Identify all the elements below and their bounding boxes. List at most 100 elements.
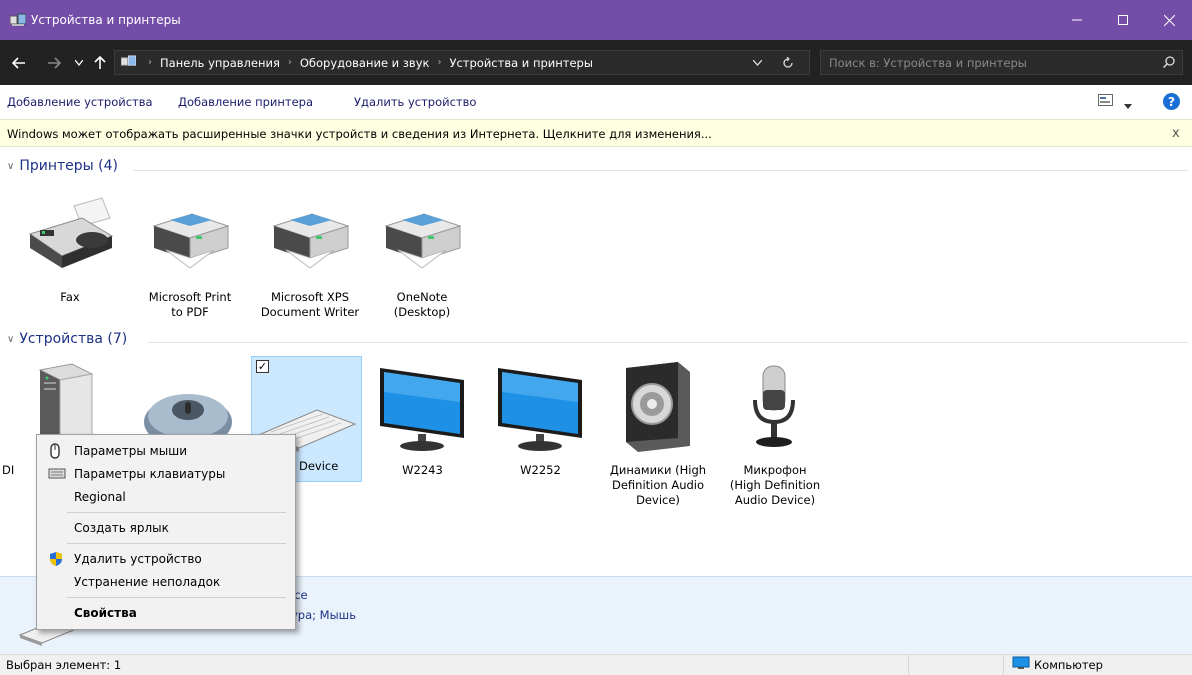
devices-group-title: Устройства (7)	[19, 331, 128, 347]
search-icon[interactable]	[1162, 56, 1175, 71]
printer-icon	[272, 213, 350, 269]
info-bar[interactable]: Windows может отображать расширенные зна…	[0, 119, 1192, 147]
help-icon[interactable]: ?	[1163, 93, 1180, 110]
device-label-line3: Device)	[636, 493, 680, 507]
device-fax[interactable]: Fax	[20, 196, 120, 326]
menu-item-label: Параметры клавиатуры	[74, 467, 226, 481]
device-microsoft-print-to-pdf[interactable]: Microsoft Print to PDF	[135, 196, 245, 326]
device-label-line2: (High Definition	[729, 478, 821, 492]
forward-arrow-icon[interactable]	[44, 40, 64, 85]
device-label: W2252	[520, 463, 561, 477]
group-divider	[133, 170, 1188, 171]
menu-item-label: Устранение неполадок	[74, 575, 221, 589]
device-microsoft-xps-document-writer[interactable]: Microsoft XPS Document Writer	[255, 196, 365, 326]
fax-icon	[28, 197, 114, 268]
menu-item-create-shortcut[interactable]: Создать ярлык	[37, 517, 295, 539]
device-label: Device	[299, 459, 339, 473]
uac-shield-icon	[48, 551, 64, 570]
context-menu: Параметры мыши Параметры клавиатуры Regi…	[36, 434, 296, 630]
status-location: Компьютер	[1012, 656, 1103, 673]
status-location-label: Компьютер	[1034, 657, 1103, 672]
devices-printers-app-icon	[9, 13, 27, 30]
printers-group-title: Принтеры (4)	[19, 158, 118, 174]
crumb-control-panel[interactable]: Панель управления	[160, 56, 280, 70]
menu-item-remove-device[interactable]: Удалить устройство	[37, 548, 295, 570]
menu-item-regional[interactable]: Regional	[37, 486, 295, 508]
menu-item-label: Создать ярлык	[74, 521, 169, 535]
device-label-line1: Микрофон	[743, 463, 807, 477]
menu-item-label: Regional	[74, 490, 126, 504]
menu-item-keyboard-settings[interactable]: Параметры клавиатуры	[37, 463, 295, 485]
remove-device-button[interactable]: Удалить устройство	[354, 95, 476, 109]
address-bar: › Панель управления › Оборудование и зву…	[0, 40, 1192, 85]
close-button[interactable]	[1146, 0, 1192, 40]
status-bar: Выбран элемент: 1 Компьютер	[0, 654, 1192, 675]
devices-group-header[interactable]: ∨ Устройства (7)	[7, 331, 127, 347]
device-label-line3: Audio Device)	[734, 493, 816, 507]
breadcrumb[interactable]: › Панель управления › Оборудование и зву…	[114, 50, 810, 75]
device-monitor-w2243[interactable]: W2243	[370, 360, 475, 480]
keyboard-icon	[48, 466, 66, 483]
chevron-right-icon: ›	[437, 57, 442, 68]
printers-group-header[interactable]: ∨ Принтеры (4)	[7, 158, 118, 174]
title-bar: Устройства и принтеры	[0, 0, 1192, 40]
add-device-button[interactable]: Добавление устройства	[7, 95, 153, 109]
collapse-chevron-icon[interactable]: ∨	[7, 334, 14, 345]
refresh-icon[interactable]	[780, 40, 796, 85]
info-bar-close-icon[interactable]: x	[1172, 126, 1180, 141]
device-label-line2: Document Writer	[260, 305, 360, 319]
menu-item-label: Удалить устройство	[74, 552, 202, 566]
menu-item-label: Параметры мыши	[74, 444, 187, 458]
device-monitor-w2252[interactable]: W2252	[488, 360, 593, 480]
monitor-icon	[498, 368, 582, 451]
status-selected-count: Выбран элемент: 1	[6, 658, 122, 672]
menu-separator	[67, 512, 286, 513]
menu-item-mouse-settings[interactable]: Параметры мыши	[37, 440, 295, 462]
search-input[interactable]: Поиск в: Устройства и принтеры	[820, 50, 1183, 75]
command-bar: Добавление устройства Добавление принтер…	[0, 85, 1192, 119]
menu-item-troubleshoot[interactable]: Устранение неполадок	[37, 571, 295, 593]
speaker-icon	[626, 362, 690, 452]
device-speakers[interactable]: Динамики (High Definition Audio Device)	[603, 360, 713, 510]
menu-separator	[67, 597, 286, 598]
change-view-icon[interactable]	[1098, 94, 1113, 109]
crumb-devices-printers[interactable]: Устройства и принтеры	[449, 56, 592, 70]
menu-separator	[67, 543, 286, 544]
add-printer-button[interactable]: Добавление принтера	[178, 95, 313, 109]
device-label-line2: (Desktop)	[393, 305, 451, 319]
menu-item-properties[interactable]: Свойства	[37, 602, 295, 624]
view-options-chevron-icon[interactable]	[1124, 98, 1132, 112]
device-microphone[interactable]: Микрофон (High Definition Audio Device)	[720, 360, 830, 510]
device-label: Fax	[60, 290, 80, 304]
crumb-hardware-sound[interactable]: Оборудование и звук	[300, 56, 430, 70]
collapse-chevron-icon[interactable]: ∨	[7, 161, 14, 172]
monitor-icon	[380, 368, 464, 451]
search-placeholder: Поиск в: Устройства и принтеры	[829, 55, 1027, 70]
device-label-line1: Microsoft XPS	[270, 290, 350, 304]
minimize-button[interactable]	[1054, 0, 1100, 40]
device-label-line1: Динамики (High	[609, 463, 707, 477]
recent-locations-chevron-icon[interactable]	[72, 40, 86, 85]
devices-and-printers-window: Устройства и принтеры › Панель управлени…	[0, 0, 1192, 675]
address-dropdown-chevron-icon[interactable]	[750, 40, 764, 85]
details-device-category: ура; Мышь	[291, 608, 356, 622]
device-label-line2: to PDF	[171, 305, 209, 319]
up-arrow-icon[interactable]	[92, 40, 108, 85]
window-title: Устройства и принтеры	[31, 13, 181, 27]
microphone-icon	[753, 365, 795, 447]
group-divider	[148, 342, 1188, 343]
back-arrow-icon[interactable]	[8, 40, 30, 85]
status-divider	[908, 655, 909, 675]
device-label-line1: Microsoft Print	[148, 290, 232, 304]
printer-icon	[384, 213, 462, 269]
mouse-icon	[48, 443, 62, 462]
device-label: W2243	[402, 463, 443, 477]
menu-item-label: Свойства	[74, 606, 137, 620]
maximize-button[interactable]	[1100, 0, 1146, 40]
device-label-line2: Definition Audio	[611, 478, 705, 492]
device-label: DI	[2, 463, 15, 477]
device-label-line1: OneNote	[396, 290, 448, 304]
status-divider	[1003, 655, 1004, 675]
device-onenote-desktop[interactable]: OneNote (Desktop)	[367, 196, 477, 326]
info-bar-text[interactable]: Windows может отображать расширенные зна…	[7, 127, 712, 141]
